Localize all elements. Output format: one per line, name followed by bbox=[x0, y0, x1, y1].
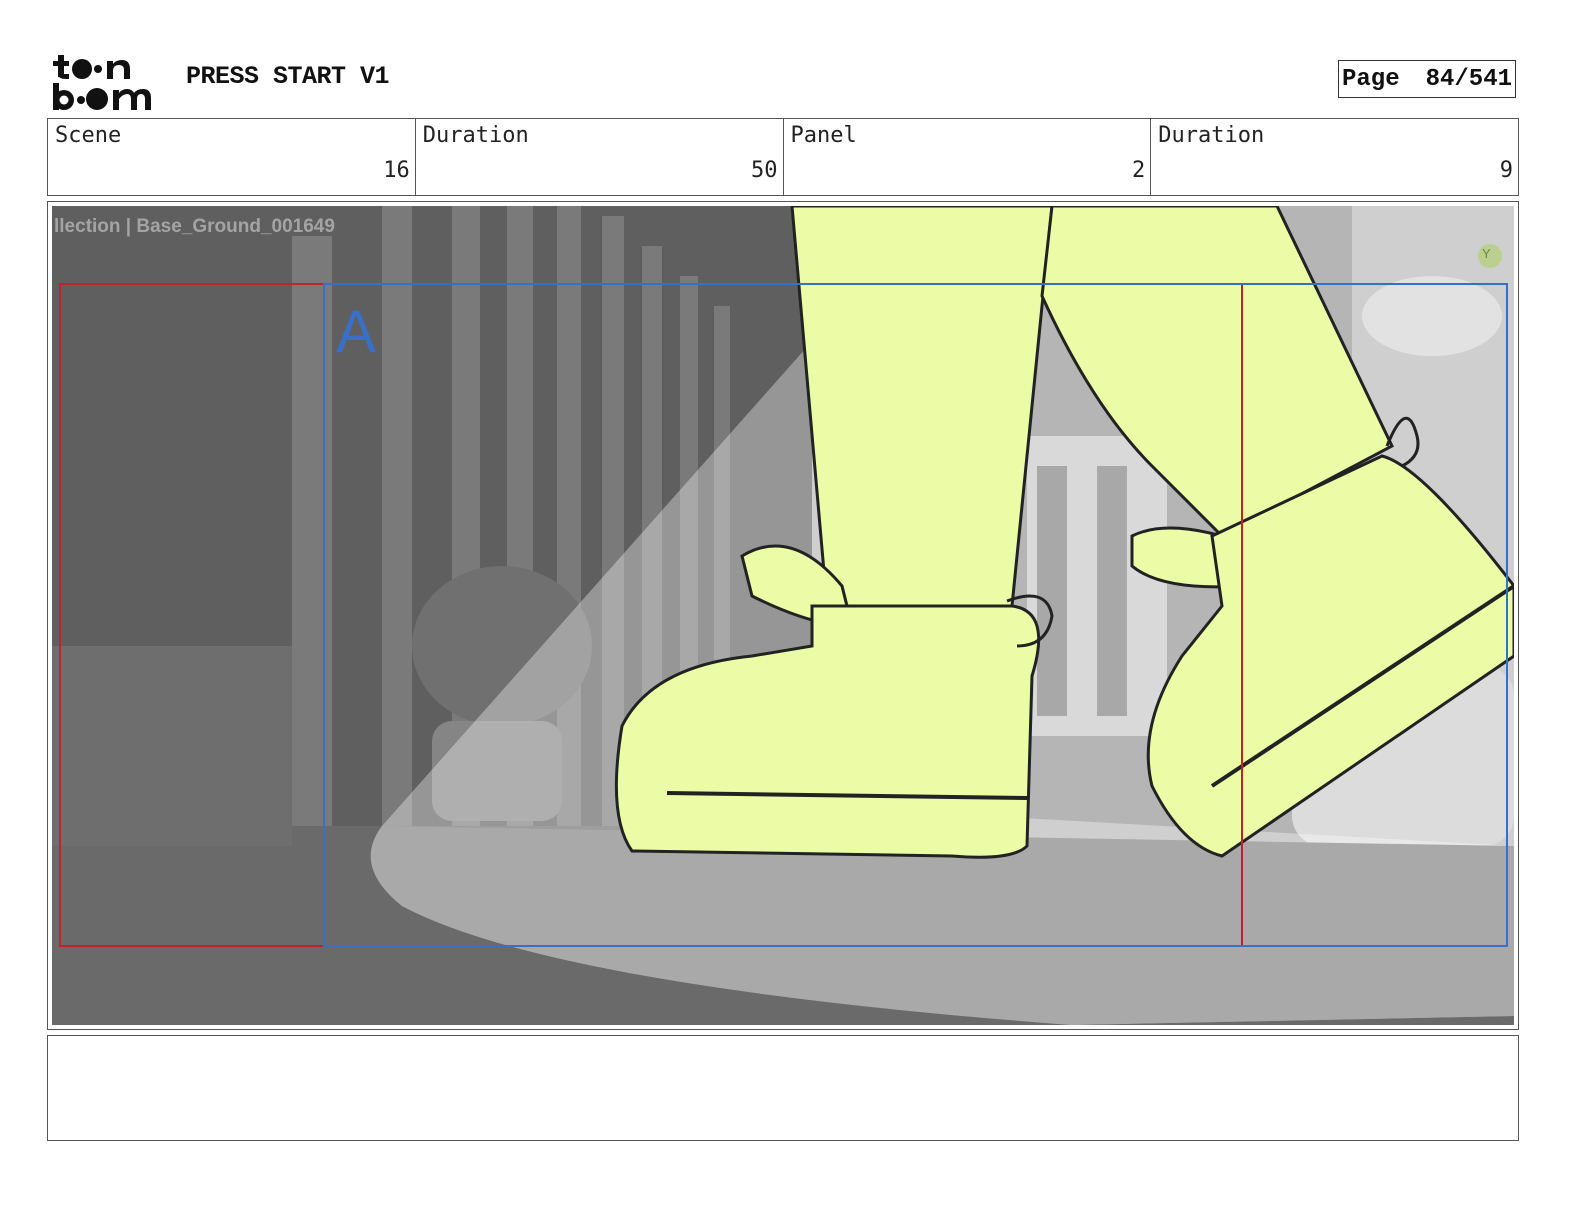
camera-axis-tag: Y bbox=[1482, 246, 1491, 261]
page-indicator: Page 84/541 bbox=[1338, 60, 1516, 98]
scene-cell: Scene 16 bbox=[48, 119, 416, 195]
storyboard-panel-image: llection | Base_Ground_001649 A Y bbox=[52, 206, 1514, 1025]
notes-box[interactable] bbox=[47, 1035, 1519, 1141]
panel-drawing bbox=[52, 206, 1514, 1025]
panel-duration-label: Duration bbox=[1158, 123, 1265, 148]
scene-duration-cell: Duration 50 bbox=[416, 119, 784, 195]
panel-duration-value: 9 bbox=[1499, 158, 1513, 183]
toon-boom-logo bbox=[52, 52, 164, 112]
panel-duration-cell: Duration 9 bbox=[1151, 119, 1518, 195]
project-title: PRESS START V1 bbox=[186, 62, 390, 91]
scene-label: Scene bbox=[55, 123, 122, 148]
page-label: Page bbox=[1341, 65, 1400, 93]
panel-label: Panel bbox=[790, 123, 857, 148]
scene-duration-label: Duration bbox=[422, 123, 529, 148]
layer-label: llection | Base_Ground_001649 bbox=[54, 216, 335, 237]
panel-cell: Panel 2 bbox=[784, 119, 1152, 195]
panel-value: 2 bbox=[1132, 158, 1146, 183]
camera-field-letter: A bbox=[336, 298, 377, 365]
scene-value: 16 bbox=[383, 158, 410, 183]
page-number: 84/541 bbox=[1425, 65, 1513, 93]
panel-info-table: Scene 16 Duration 50 Panel 2 Duration 9 bbox=[47, 118, 1519, 196]
scene-duration-value: 50 bbox=[751, 158, 778, 183]
